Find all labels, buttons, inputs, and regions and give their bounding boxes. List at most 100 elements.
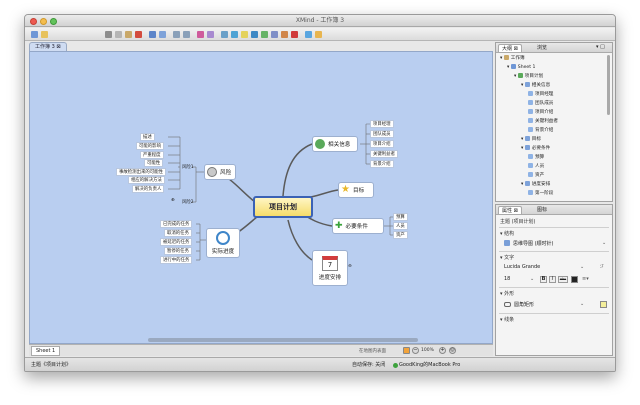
outline-item[interactable]: 第一阶段	[528, 190, 553, 198]
tab-outline[interactable]: 大纲 ⊠	[498, 44, 522, 52]
outline-scrollbar[interactable]	[607, 55, 610, 115]
tracking-item[interactable]: 被延迟的任务	[160, 238, 193, 246]
outline-item[interactable]: 团队成员	[528, 100, 553, 108]
tracking-item[interactable]: 已完成的任务	[160, 220, 193, 228]
status-device[interactable]: GoodKing的MacBook Pro	[391, 358, 460, 371]
delete-icon[interactable]	[135, 31, 142, 38]
stop-icon[interactable]	[291, 31, 298, 38]
zoom-out-icon[interactable]: −	[412, 347, 419, 354]
risk-branch[interactable]: 风险2	[182, 199, 194, 205]
undo-icon[interactable]	[305, 31, 312, 38]
attachment-icon[interactable]	[221, 31, 228, 38]
tab-browse[interactable]: 浏览	[534, 44, 550, 52]
outline-item[interactable]: 背景介绍	[528, 127, 553, 135]
outline-item[interactable]: ▾ 工作簿	[500, 55, 525, 63]
filter-icon[interactable]	[403, 347, 410, 354]
topic-prereq[interactable]: ✚ 必要条件	[332, 218, 384, 234]
outline-item[interactable]: 关键利益者	[528, 118, 558, 126]
central-topic[interactable]: 项目计划	[253, 196, 313, 218]
info-item[interactable]: 项目经理	[370, 120, 394, 128]
line-section-header[interactable]: ▾ 线条	[500, 316, 514, 323]
prereq-item[interactable]: 预算	[393, 213, 408, 221]
redo-icon[interactable]	[315, 31, 322, 38]
outline-item[interactable]: 资产	[528, 172, 544, 180]
topic-schedule[interactable]: 7 进度安排	[312, 250, 348, 286]
topic-info[interactable]: 相关信息	[312, 136, 358, 152]
info-item[interactable]: 团队成员	[370, 130, 394, 138]
zoom-in-icon[interactable]: +	[439, 347, 446, 354]
insert-topic-icon[interactable]	[149, 31, 156, 38]
risk-item[interactable]: 可能性	[144, 159, 164, 167]
risk-item[interactable]: 事故检测出来的可能性	[116, 168, 166, 176]
tracking-item[interactable]: 进行中的任务	[160, 256, 193, 264]
tracking-item[interactable]: 暂停的任务	[164, 247, 192, 255]
fit-icon[interactable]: ◎	[449, 347, 456, 354]
open-icon[interactable]	[41, 31, 48, 38]
hyperlink-icon[interactable]	[231, 31, 238, 38]
font-size-select[interactable]: 18	[504, 276, 510, 282]
sheet-tab-1[interactable]: Sheet 1	[31, 346, 61, 356]
summary-icon[interactable]	[271, 31, 278, 38]
drill-down-icon[interactable]	[173, 31, 180, 38]
cut-icon[interactable]	[105, 31, 112, 38]
image-icon[interactable]	[281, 31, 288, 38]
font-dropdown-icon[interactable]: ⌄	[580, 264, 584, 270]
structure-section-header[interactable]: ▾ 结构	[500, 230, 514, 237]
close-window-icon[interactable]	[30, 18, 37, 25]
paste-icon[interactable]	[125, 31, 132, 38]
outline-item[interactable]: 人员	[528, 163, 544, 171]
horizontal-scrollbar[interactable]	[148, 338, 418, 342]
risk-item[interactable]: 严重程度	[140, 151, 164, 159]
outline-item[interactable]: ▾ Sheet 1	[507, 64, 535, 72]
outline-item[interactable]: ▾ 相关信息	[521, 82, 550, 90]
bold-button[interactable]: B	[540, 276, 547, 283]
outline-item[interactable]: ▾ 项目计划	[514, 73, 543, 81]
tab-workbook-3[interactable]: 工作簿 3 ⊠	[29, 42, 67, 51]
risk-branch[interactable]: 风险1	[182, 164, 194, 170]
shape-select[interactable]: 圆角矩形	[514, 301, 534, 308]
font-picker-icon[interactable]: ℱ	[600, 264, 604, 270]
text-color-swatch[interactable]	[571, 276, 578, 283]
mindmap-canvas[interactable]: 项目计划 相关信息 项目经理 团队成员 项目介绍 关键利益者 背景介绍 ★ 目标…	[29, 51, 493, 344]
collapse-icon[interactable]: ⊕	[171, 198, 175, 203]
panel-menu-icon[interactable]: ▾ □	[596, 44, 605, 50]
info-item[interactable]: 背景介绍	[370, 160, 394, 168]
fill-color-swatch[interactable]	[600, 301, 607, 308]
notes-icon[interactable]	[241, 31, 248, 38]
outline-item[interactable]: 项目经理	[528, 91, 553, 99]
align-dropdown-icon[interactable]: ≡▾	[582, 276, 589, 282]
prereq-item[interactable]: 资产	[393, 231, 408, 239]
marker-icon[interactable]	[197, 31, 204, 38]
tab-icons[interactable]: 图标	[534, 206, 550, 214]
copy-icon[interactable]	[115, 31, 122, 38]
info-item[interactable]: 关键利益者	[370, 150, 398, 158]
strikethrough-button[interactable]: abc	[558, 276, 568, 283]
label-icon[interactable]	[207, 31, 214, 38]
status-autosave[interactable]: 自动保存: 关闭	[352, 358, 385, 371]
tab-properties[interactable]: 属性 ⊠	[498, 206, 522, 214]
risk-item[interactable]: 可能的影响	[136, 142, 164, 150]
shape-section-header[interactable]: ▾ 外形	[500, 290, 514, 297]
topic-goal[interactable]: ★ 目标	[338, 182, 374, 198]
info-item[interactable]: 项目介绍	[370, 140, 394, 148]
structure-dropdown-icon[interactable]: ⌄	[602, 240, 606, 246]
new-workbook-icon[interactable]	[31, 31, 38, 38]
outline-item[interactable]: 项目介绍	[528, 109, 553, 117]
topic-risk[interactable]: 风险	[204, 164, 236, 180]
risk-item[interactable]: 解决的负责人	[132, 185, 165, 193]
font-size-dropdown-icon[interactable]: ⌄	[530, 276, 534, 282]
minimize-window-icon[interactable]	[40, 18, 47, 25]
outline-item[interactable]: ▾ 进度安排	[521, 181, 550, 189]
boundary-icon[interactable]	[261, 31, 268, 38]
font-select[interactable]: Lucida Grande	[504, 264, 540, 270]
topic-tracking[interactable]: 实际进度	[206, 228, 240, 258]
drill-up-icon[interactable]	[183, 31, 190, 38]
schedule-expand-icon[interactable]: ⊖	[348, 264, 352, 269]
italic-button[interactable]: I	[549, 276, 556, 283]
text-section-header[interactable]: ▾ 文字	[500, 254, 514, 261]
zoom-window-icon[interactable]	[50, 18, 57, 25]
outline-item[interactable]: 预算	[528, 154, 544, 162]
subtopic-icon[interactable]	[159, 31, 166, 38]
shape-dropdown-icon[interactable]: ⌄	[580, 301, 584, 307]
relationship-icon[interactable]	[251, 31, 258, 38]
